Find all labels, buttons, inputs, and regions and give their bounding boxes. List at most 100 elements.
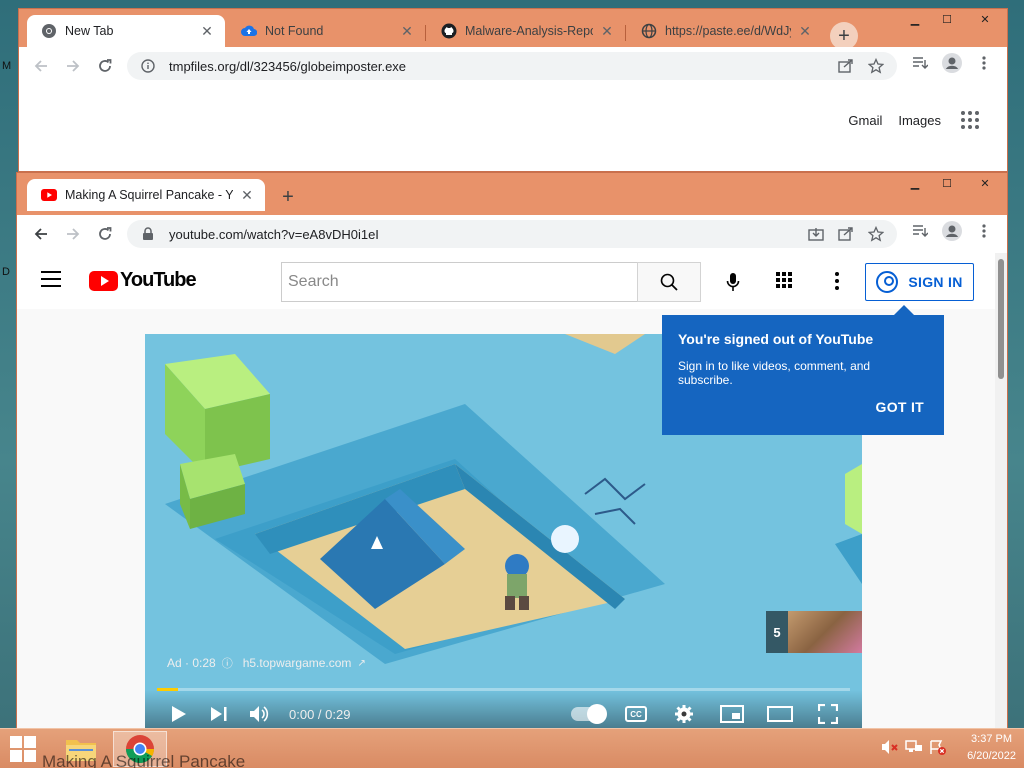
ad-info: Ad · 0:28 ⓘ h5.topwargame.com ↗ [167, 655, 366, 671]
tab-not-found[interactable]: Not Found ✕ [227, 15, 425, 47]
address-bar[interactable]: tmpfiles.org/dl/323456/globeimposter.exe [127, 52, 897, 80]
new-tab-page: Gmail Images [19, 85, 1007, 171]
settings-more-icon[interactable] [825, 269, 849, 293]
browser-window-background: ▁ ☐ ✕ Making A Squirrel Pancake - You ✕ … [16, 172, 1008, 738]
gear-icon [675, 705, 693, 723]
tab-separator [425, 25, 426, 41]
youtube-page: YouTube Search SIGN IN 5 Ad · 0:28 ⓘ h5.… [17, 253, 1007, 738]
youtube-apps-icon[interactable] [773, 269, 797, 293]
clock-date: 6/20/2022 [967, 750, 1016, 762]
bookmark-star-icon[interactable] [865, 55, 887, 77]
close-tab-icon[interactable]: ✕ [239, 187, 255, 203]
google-links: Gmail Images [848, 107, 983, 133]
ad-label: Ad · 0:28 [167, 656, 216, 670]
youtube-favicon-icon [41, 187, 57, 203]
gmail-link[interactable]: Gmail [848, 113, 882, 128]
scrollbar-thumb[interactable] [998, 259, 1004, 379]
close-tab-icon[interactable]: ✕ [199, 23, 215, 39]
next-video-thumbnail [788, 611, 862, 653]
tab-malware-analysis[interactable]: Malware-Analysis-Report ✕ [427, 15, 625, 47]
chrome-icon [41, 23, 57, 39]
close-tab-icon[interactable]: ✕ [599, 23, 615, 39]
info-icon[interactable]: ⓘ [222, 655, 233, 671]
tab-paste-ee[interactable]: https://paste.ee/d/WdJyl ✕ [627, 15, 823, 47]
info-icon[interactable] [137, 55, 159, 77]
browser-toolbar: youtube.com/watch?v=eA8vDH0i1eI [17, 215, 1007, 253]
signed-out-tooltip: You're signed out of YouTube Sign in to … [662, 305, 944, 435]
tab-new-tab[interactable]: New Tab ✕ [27, 15, 225, 47]
profile-avatar-icon[interactable] [941, 52, 963, 74]
globe-icon [641, 23, 657, 39]
taskbar-clock[interactable]: 3:37 PM 6/20/2022 [967, 731, 1016, 765]
back-button[interactable] [25, 218, 57, 250]
tab-youtube[interactable]: Making A Squirrel Pancake - You ✕ [27, 179, 265, 211]
tab-label: Malware-Analysis-Report [465, 24, 593, 38]
got-it-button[interactable]: GOT IT [876, 399, 924, 415]
ad-domain-link[interactable]: h5.topwargame.com [243, 656, 352, 670]
window-title-ghost-text: Making A Squirrel Pancake [42, 752, 246, 768]
lock-icon[interactable] [137, 223, 159, 245]
skip-ad-preview[interactable]: 5 [766, 611, 862, 653]
fullscreen-icon [818, 704, 838, 724]
action-center-warning-icon[interactable] [929, 739, 947, 758]
github-icon [441, 23, 457, 39]
page-scrollbar[interactable] [995, 253, 1007, 731]
captions-icon: CC [625, 706, 647, 722]
sign-in-button[interactable]: SIGN IN [865, 263, 974, 301]
search-button[interactable] [637, 262, 701, 302]
google-apps-icon[interactable] [957, 107, 983, 133]
desktop-icon-label: D [2, 266, 10, 278]
toolbar-actions [909, 220, 995, 242]
new-tab-button[interactable]: + [830, 22, 858, 50]
next-icon [211, 707, 227, 721]
tab-label: Not Found [265, 24, 324, 38]
url-text: tmpfiles.org/dl/323456/globeimposter.exe [169, 58, 407, 74]
address-bar[interactable]: youtube.com/watch?v=eA8vDH0i1eI [127, 220, 897, 248]
share-icon[interactable] [835, 223, 857, 245]
new-tab-button[interactable]: + [274, 183, 302, 211]
youtube-logo-text: YouTube [120, 269, 197, 291]
account-icon [876, 271, 899, 293]
cloud-upload-icon [241, 23, 257, 39]
system-tray: 3:37 PM 6/20/2022 [881, 731, 1016, 765]
play-icon [172, 706, 186, 722]
desktop-icon-label: M [2, 60, 12, 72]
youtube-play-logo-icon [89, 270, 118, 291]
youtube-logo[interactable]: YouTube [89, 269, 197, 292]
hamburger-menu-icon[interactable] [41, 271, 61, 287]
chrome-menu-icon[interactable] [973, 220, 995, 242]
forward-button[interactable] [57, 50, 89, 82]
back-button[interactable] [25, 50, 57, 82]
url-text: youtube.com/watch?v=eA8vDH0i1eI [169, 226, 379, 242]
install-app-icon[interactable] [805, 223, 827, 245]
external-link-icon: ↗ [357, 657, 366, 669]
toolbar-actions [909, 52, 995, 74]
search-icon [660, 273, 678, 291]
volume-muted-icon[interactable] [881, 739, 899, 758]
share-icon[interactable] [835, 55, 857, 77]
reading-list-icon[interactable] [909, 52, 931, 74]
bookmark-star-icon[interactable] [865, 223, 887, 245]
tooltip-title: You're signed out of YouTube [678, 331, 874, 347]
voice-search-button[interactable] [713, 262, 753, 302]
network-icon[interactable] [905, 739, 923, 758]
theater-mode-icon [767, 706, 793, 722]
tooltip-body: Sign in to like videos, comment, and sub… [678, 359, 871, 387]
close-tab-icon[interactable]: ✕ [399, 23, 415, 39]
close-tab-icon[interactable]: ✕ [797, 23, 813, 39]
watch-area: 5 Ad · 0:28 ⓘ h5.topwargame.com ↗ 0:00 /… [17, 305, 995, 738]
chrome-menu-icon[interactable] [973, 52, 995, 74]
reading-list-icon[interactable] [909, 220, 931, 242]
reload-button[interactable] [89, 50, 121, 82]
tab-label: Making A Squirrel Pancake - You [65, 188, 233, 202]
browser-window-background: ▁ ☐ ✕ New Tab ✕ Not Found ✕ Malware-Anal… [18, 8, 1008, 172]
forward-button[interactable] [57, 218, 89, 250]
profile-avatar-icon[interactable] [941, 220, 963, 242]
miniplayer-icon [720, 705, 744, 723]
images-link[interactable]: Images [898, 113, 941, 128]
search-input[interactable]: Search [281, 262, 638, 302]
youtube-header: YouTube Search SIGN IN [17, 253, 995, 309]
reload-button[interactable] [89, 218, 121, 250]
windows-start-button[interactable] [6, 735, 40, 763]
skip-countdown: 5 [773, 624, 781, 640]
